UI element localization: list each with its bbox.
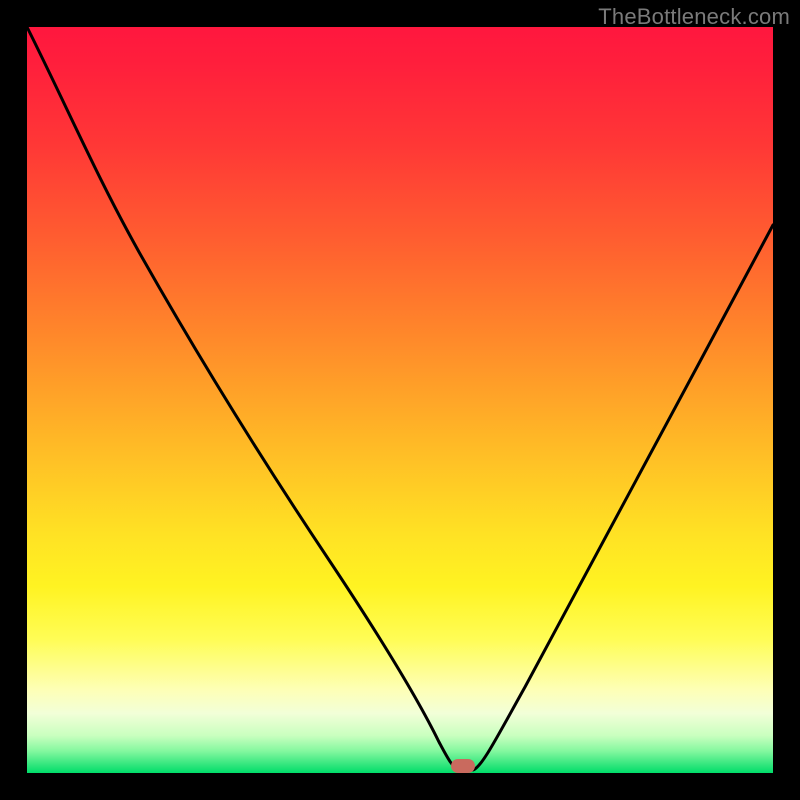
curve-layer xyxy=(27,27,773,773)
plot-area xyxy=(27,27,773,773)
optimal-marker xyxy=(451,759,475,773)
bottleneck-curve xyxy=(27,27,773,770)
chart-frame: TheBottleneck.com xyxy=(0,0,800,800)
watermark-text: TheBottleneck.com xyxy=(598,4,790,30)
